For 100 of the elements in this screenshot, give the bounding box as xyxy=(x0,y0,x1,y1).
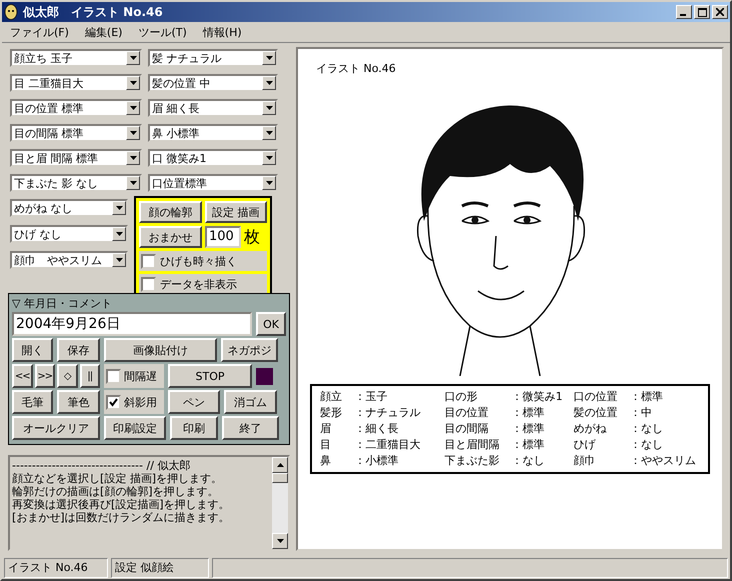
dropdown[interactable]: 顔立ち 玉子 xyxy=(10,49,142,67)
tool-button[interactable]: ネガポジ xyxy=(221,338,278,362)
menu-item[interactable]: 情報(H) xyxy=(202,24,242,40)
checkbox[interactable] xyxy=(106,394,121,410)
dropdown-arrow-icon xyxy=(130,156,136,160)
pen-color-swatch[interactable] xyxy=(256,368,273,384)
tool-button[interactable]: 印刷 xyxy=(170,416,218,440)
scroll-up-icon xyxy=(276,463,284,467)
memo-line: --------------------------------- // 似太郎 xyxy=(12,459,192,472)
checkbox-row[interactable]: ひげも時々描く xyxy=(139,251,267,271)
tool-button[interactable]: STOP xyxy=(168,364,252,388)
checkbox-row[interactable]: 間隔遅 xyxy=(104,364,164,388)
dropdown[interactable]: 髪の位置 中 xyxy=(148,74,278,92)
summary-value: ：標準 xyxy=(512,405,546,421)
checkbox[interactable] xyxy=(141,276,156,292)
nav-button[interactable]: >> xyxy=(34,364,55,388)
menu-item[interactable]: 編集(E) xyxy=(84,24,122,40)
dropdown-arrow-icon xyxy=(266,81,272,85)
outline-button[interactable]: 顔の輪郭 xyxy=(139,201,202,223)
dropdown[interactable]: 鼻 小標準 xyxy=(148,124,278,142)
dropdown[interactable]: 顔巾 ややスリム xyxy=(10,251,128,269)
summary-value: ：ナチュラル xyxy=(354,405,422,421)
scroll-down-icon xyxy=(276,539,284,543)
tool-button[interactable]: 筆色 xyxy=(57,390,100,414)
summary-label: 髪の位置 xyxy=(574,405,619,421)
date-field[interactable]: 2004年9月26日 xyxy=(12,312,252,336)
illustration-title: イラスト No.46 xyxy=(316,61,396,76)
summary-value: ：なし xyxy=(630,421,664,437)
checkbox-row[interactable]: データを非表示 xyxy=(139,274,267,294)
tool-button[interactable]: 消ゴム xyxy=(224,390,277,414)
dropdown[interactable]: 目と眉 間隔 標準 xyxy=(10,149,142,167)
dropdown-arrow-icon xyxy=(130,56,136,60)
summary-value: ：標準 xyxy=(512,421,546,437)
nav-button[interactable]: || xyxy=(80,364,100,388)
checkbox-row[interactable]: 斜影用 xyxy=(104,390,164,414)
checkbox[interactable] xyxy=(141,254,156,268)
tool-button[interactable]: 毛筆 xyxy=(12,390,53,414)
auto-button[interactable]: おまかせ xyxy=(139,226,202,248)
tool-button[interactable]: オールクリア xyxy=(12,416,100,440)
scrollbar-thumb[interactable] xyxy=(272,473,288,483)
dropdown-arrow-icon xyxy=(266,106,272,110)
summary-label: 下まぶた影 xyxy=(444,453,500,469)
tool-button[interactable]: 保存 xyxy=(57,338,100,362)
memo-line: [おまかせ]は回数だけランダムに描きます。 xyxy=(12,511,231,524)
count-field[interactable]: 100 xyxy=(205,226,241,248)
dropdown[interactable]: 目の間隔 標準 xyxy=(10,124,142,142)
dropdown[interactable]: めがね なし xyxy=(10,199,128,217)
nav-button[interactable]: << xyxy=(12,364,32,388)
scrollbar[interactable] xyxy=(272,457,288,549)
dropdown[interactable]: 目 二重猫目大 xyxy=(10,74,142,92)
tool-button[interactable]: 終了 xyxy=(222,416,279,440)
summary-label: 顔巾 xyxy=(574,453,597,469)
menu-item[interactable]: ファイル(F) xyxy=(10,24,69,40)
tool-button[interactable]: ペン xyxy=(168,390,220,414)
menu-item[interactable]: ツール(T) xyxy=(138,24,187,40)
dropdown-arrow-icon xyxy=(130,81,136,85)
summary-value: ：中 xyxy=(630,405,653,421)
memo-line: 顔立などを選択し[設定 描画]を押します。 xyxy=(12,472,224,485)
dropdown-arrow-icon xyxy=(266,156,272,160)
summary-value: ：標準 xyxy=(630,389,664,405)
tool-button[interactable]: 開く xyxy=(12,338,53,362)
panel-header[interactable]: ▽ 年月日・コメント xyxy=(12,296,112,310)
dropdown-arrow-icon xyxy=(130,131,136,135)
minimize-button[interactable] xyxy=(676,5,692,19)
summary-value: ：標準 xyxy=(512,437,546,453)
summary-label: ひげ xyxy=(574,437,597,453)
summary-value: ：ややスリム xyxy=(630,453,697,469)
dropdown[interactable]: 口 微笑み1 xyxy=(148,149,278,167)
dropdown[interactable]: 眉 細く長 xyxy=(148,99,278,117)
memo-line: 輪郭だけの描画は[顔の輪郭]を押します。 xyxy=(12,485,220,498)
dropdown-arrow-icon xyxy=(116,206,122,210)
dropdown-arrow-icon xyxy=(116,232,122,236)
checkbox-label: データを非表示 xyxy=(160,276,237,292)
dropdown[interactable]: 下まぶた 影 なし xyxy=(10,174,142,192)
summary-label: 髪形 xyxy=(320,405,343,421)
close-button[interactable] xyxy=(712,5,728,19)
checkbox-label: 斜影用 xyxy=(124,394,157,410)
dropdown-arrow-icon xyxy=(266,56,272,60)
summary-label: 目 xyxy=(320,437,332,453)
draw-button[interactable]: 設定 描画 xyxy=(204,201,267,223)
memo-area[interactable]: --------------------------------- // 似太郎 顔立などを選択し[設定 描画]を押します。 輪郭だけの描画は[顔の輪郭]を押します。 再変換は選択後再び[設定描画]を押します。 [おまかせ]は回数だけランダムに描きます。 xyxy=(8,455,290,551)
summary-value: ：玉子 xyxy=(354,389,388,405)
dropdown[interactable]: 髪 ナチュラル xyxy=(148,49,278,67)
status-panel: イラスト No.46 xyxy=(4,558,108,578)
nav-button[interactable]: ◇ xyxy=(57,364,78,388)
maximize-icon xyxy=(698,8,706,16)
dropdown-arrow-icon xyxy=(130,181,136,185)
dropdown[interactable]: 目の位置 標準 xyxy=(10,99,142,117)
close-icon xyxy=(716,8,724,16)
tool-button[interactable]: 印刷設定 xyxy=(104,416,166,440)
tool-button[interactable]: 画像貼付け xyxy=(104,338,217,362)
summary-value: ：なし xyxy=(630,437,664,453)
maximize-button[interactable] xyxy=(694,5,710,19)
dropdown[interactable]: 口位置標準 xyxy=(148,174,278,192)
dropdown[interactable]: ひげ なし xyxy=(10,225,128,243)
summary-label: 鼻 xyxy=(320,453,332,469)
summary-label: 眉 xyxy=(320,421,332,437)
summary-label: 目の間隔 xyxy=(444,421,490,437)
checkbox[interactable] xyxy=(106,368,121,384)
ok-button[interactable]: OK xyxy=(256,312,286,336)
